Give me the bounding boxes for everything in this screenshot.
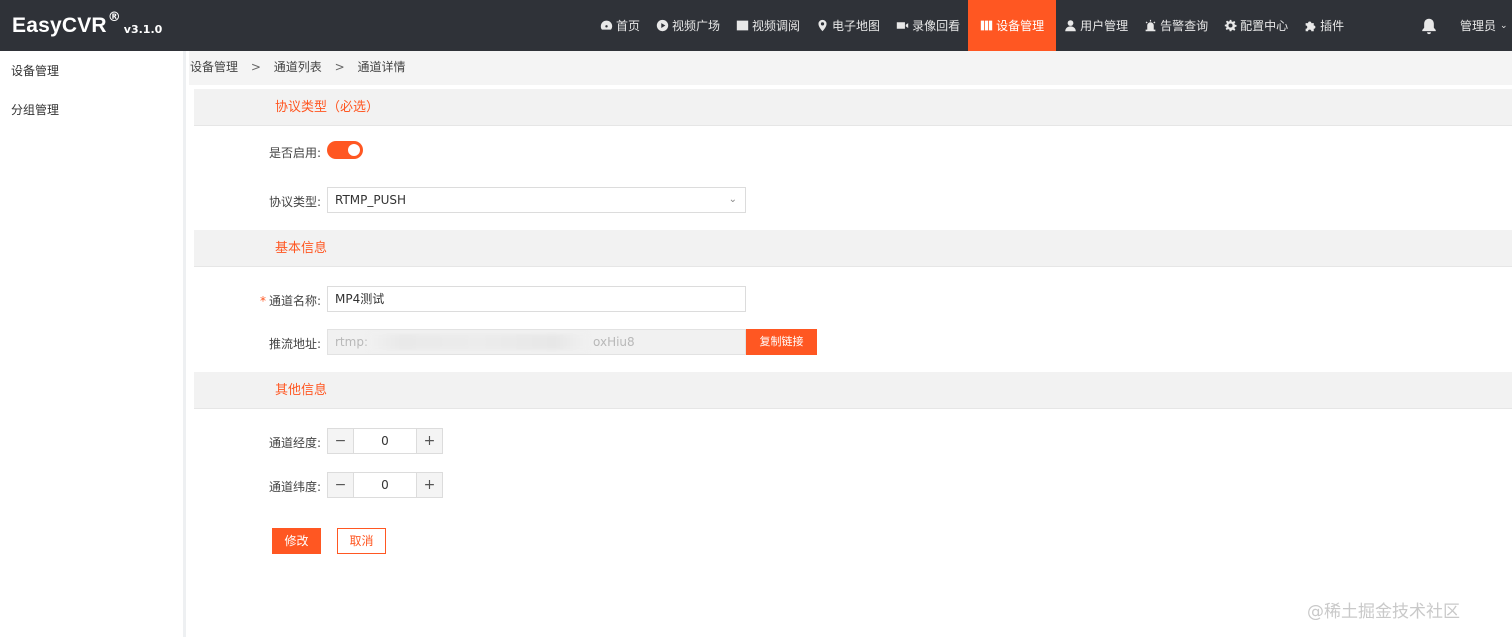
- nav-label: 用户管理: [1080, 19, 1129, 33]
- latitude-label: 通道纬度:: [268, 480, 321, 494]
- grid-icon: [736, 20, 749, 31]
- cancel-button[interactable]: 取消: [337, 528, 386, 554]
- protocol-label: 协议类型:: [268, 195, 321, 209]
- channel-name-label-text: 通道名称:: [268, 294, 321, 308]
- sidebar-item-group-management[interactable]: 分组管理: [0, 90, 183, 129]
- sidebar: 设备管理 分组管理: [0, 51, 186, 637]
- main-area: 设备管理 > 通道列表 > 通道详情 协议类型（必选） 是否启用: 协议类型: …: [189, 51, 1512, 637]
- video-camera-icon: [896, 22, 909, 29]
- latitude-decrement-button[interactable]: −: [328, 473, 354, 497]
- longitude-stepper: − 0 +: [327, 428, 443, 454]
- user-menu[interactable]: 管理员 ⌄: [1460, 0, 1508, 51]
- main-nav: 首页 视频广场 视频调阅 电子地图 录像回看 设备管理 用户管理 告警查询 配置…: [592, 0, 1352, 51]
- channel-name-input[interactable]: MP4测试: [327, 286, 746, 312]
- nav-item-config-center[interactable]: 配置中心: [1216, 0, 1296, 51]
- toggle-knob: [348, 144, 360, 156]
- bell-icon[interactable]: [1420, 17, 1438, 35]
- form-actions: 修改 取消: [194, 528, 1512, 558]
- nav-item-video-browse[interactable]: 视频调阅: [728, 0, 808, 51]
- longitude-input[interactable]: 0: [354, 429, 416, 453]
- breadcrumb-separator: >: [334, 60, 345, 74]
- latitude-stepper: − 0 +: [327, 472, 443, 498]
- nav-label: 电子地图: [832, 19, 881, 33]
- puzzle-icon: [1305, 21, 1316, 32]
- nav-label: 视频调阅: [752, 19, 801, 33]
- nav-item-plugins[interactable]: 插件: [1296, 0, 1352, 51]
- push-url-suffix: oxHiu8: [593, 335, 635, 349]
- section-title-other: 其他信息: [194, 372, 1512, 409]
- nav-label: 告警查询: [1160, 19, 1209, 33]
- chevron-down-icon: ⌄: [728, 194, 737, 205]
- nav-label: 插件: [1320, 19, 1345, 33]
- redacted-url-blur: [368, 334, 588, 350]
- breadcrumb: 设备管理 > 通道列表 > 通道详情: [189, 51, 1512, 85]
- latitude-input[interactable]: 0: [354, 473, 416, 497]
- breadcrumb-separator: >: [250, 60, 261, 74]
- section-title-protocol: 协议类型（必选）: [194, 89, 1512, 126]
- brand-version: v3.1.0: [123, 23, 163, 36]
- channel-detail-form: 协议类型（必选） 是否启用: 协议类型: RTMP_PUSH ⌄ 基本信息 * 通…: [194, 85, 1512, 637]
- chevron-down-icon: ⌄: [1500, 20, 1508, 31]
- enabled-label: 是否启用:: [268, 146, 321, 160]
- section-title-basic: 基本信息: [194, 230, 1512, 267]
- longitude-increment-button[interactable]: +: [416, 429, 442, 453]
- nav-item-user-management[interactable]: 用户管理: [1056, 0, 1136, 51]
- nav-item-alarm-query[interactable]: 告警查询: [1136, 0, 1216, 51]
- user-name: 管理员: [1460, 19, 1497, 33]
- nav-label: 录像回看: [912, 19, 961, 33]
- map-pin-icon: [818, 19, 827, 32]
- nav-item-playback[interactable]: 录像回看: [888, 0, 968, 51]
- push-url-field[interactable]: rtmp: oxHiu8: [327, 329, 746, 355]
- push-url-prefix: rtmp:: [335, 335, 368, 349]
- latitude-increment-button[interactable]: +: [416, 473, 442, 497]
- nav-label: 设备管理: [996, 19, 1045, 33]
- dashboard-icon: [600, 20, 613, 30]
- breadcrumb-item-channel-list[interactable]: 通道列表: [274, 60, 322, 74]
- nav-label: 配置中心: [1240, 19, 1289, 33]
- protocol-select[interactable]: RTMP_PUSH ⌄: [327, 187, 746, 213]
- sidebar-item-device-management[interactable]: 设备管理: [0, 51, 183, 90]
- push-url-label: 推流地址:: [268, 337, 321, 351]
- enabled-toggle[interactable]: [327, 141, 363, 159]
- nav-label: 首页: [616, 19, 641, 33]
- submit-button[interactable]: 修改: [272, 528, 321, 554]
- nav-item-home[interactable]: 首页: [592, 0, 648, 51]
- longitude-label: 通道经度:: [268, 436, 321, 450]
- breadcrumb-item-device-management[interactable]: 设备管理: [190, 60, 238, 74]
- longitude-decrement-button[interactable]: −: [328, 429, 354, 453]
- breadcrumb-item-channel-detail: 通道详情: [357, 60, 406, 74]
- nav-item-device-management[interactable]: 设备管理: [968, 0, 1057, 51]
- play-circle-icon: [656, 19, 669, 32]
- alarm-icon: [1145, 19, 1156, 32]
- brand-logo[interactable]: EasyCVR ® v3.1.0: [12, 0, 162, 51]
- watermark: @稀土掘金技术社区: [1307, 602, 1460, 622]
- channel-name-label: * 通道名称:: [194, 292, 321, 309]
- columns-icon: [980, 20, 993, 31]
- nav-item-video-square[interactable]: 视频广场: [648, 0, 728, 51]
- nav-item-e-map[interactable]: 电子地图: [808, 0, 888, 51]
- user-icon: [1065, 20, 1076, 32]
- brand-name: EasyCVR: [12, 13, 107, 37]
- gear-icon: [1224, 19, 1237, 32]
- nav-label: 视频广场: [672, 19, 721, 33]
- required-mark: *: [259, 294, 266, 308]
- copy-link-button[interactable]: 复制链接: [746, 329, 817, 355]
- brand-registered-mark: ®: [107, 10, 121, 25]
- top-nav-bar: EasyCVR ® v3.1.0 首页 视频广场 视频调阅 电子地图 录像回看 …: [0, 0, 1512, 51]
- protocol-selected-value: RTMP_PUSH: [335, 193, 407, 207]
